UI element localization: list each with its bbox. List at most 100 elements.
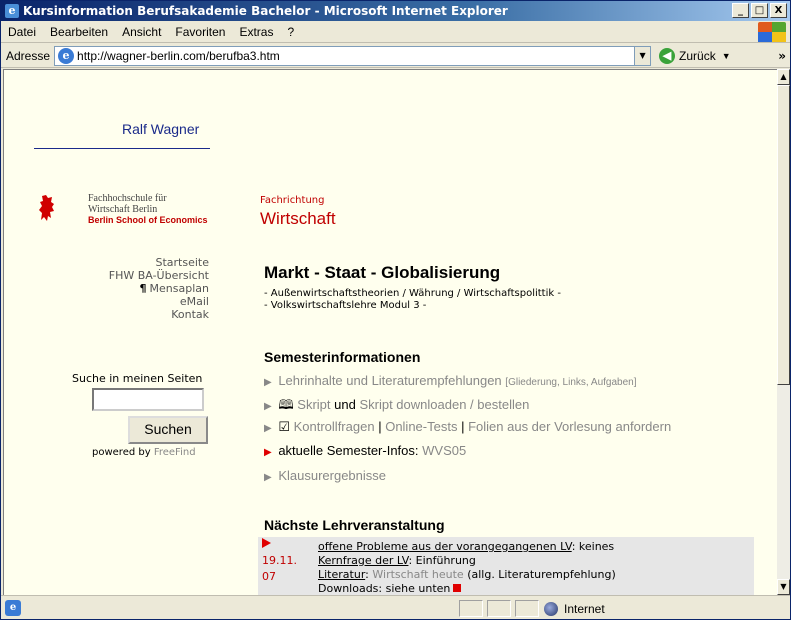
sem-row-skript: ▶ 🕮 Skript und Skript downloaden / beste… [264, 396, 529, 418]
powered-prefix: powered by [92, 447, 151, 458]
chevron-down-icon[interactable]: ▼ [722, 51, 731, 61]
sem-row-semester-infos: ▶ aktuelle Semester-Infos: WVS05 [264, 443, 466, 458]
nav-email[interactable]: eMail [109, 295, 209, 308]
bullet-triangle-icon: ▶ [264, 423, 272, 434]
menu-ansicht[interactable]: Ansicht [115, 25, 168, 39]
page-content: Ralf Wagner Fachhochschule für Wirtschaf… [3, 69, 777, 595]
scroll-up-icon[interactable]: ▲ [777, 69, 790, 85]
address-dropdown-icon[interactable]: ▼ [634, 46, 651, 65]
link-lehrinhalte[interactable]: Lehrinhalte und Literaturempfehlungen [278, 373, 501, 388]
security-zone: Internet [544, 600, 784, 617]
globe-icon [544, 601, 558, 616]
semester-heading: Semesterinformationen [264, 349, 421, 365]
checkbox-icon: ☑ [278, 419, 290, 434]
page-title: Markt - Staat - Globalisierung [264, 263, 501, 282]
nav-kontakt[interactable]: Kontak [109, 308, 209, 321]
bullet-triangle-icon: ▶ [264, 377, 272, 388]
bullet-triangle-icon: ▶ [264, 472, 272, 483]
nav-startseite[interactable]: Startseite [109, 256, 209, 269]
ie-app-icon: e [5, 4, 19, 18]
window-title: Kursinformation Berufsakademie Bachelor … [23, 4, 508, 18]
book-icon: 🕮 [278, 397, 294, 412]
link-literatur[interactable]: Literatur [318, 568, 365, 581]
address-label: Adresse [6, 48, 51, 63]
lecture-date: 19.11. 07 [262, 553, 297, 585]
list-item: Kernfrage der LV: Einführung [318, 554, 616, 568]
menu-favoriten[interactable]: Favoriten [168, 25, 232, 39]
back-arrow-icon: ◀ [659, 47, 676, 64]
lecture-date-day: 19.11. [262, 554, 297, 567]
next-lecture-box: 19.11. 07 offene Probleme aus der vorang… [258, 537, 754, 595]
literatur-colon: : [365, 568, 369, 581]
link-kontrollfragen[interactable]: Kontrollfragen [294, 419, 375, 434]
nav-fhw-ba-uebersicht[interactable]: FHW BA-Übersicht [109, 269, 209, 282]
maximize-button[interactable]: □ [751, 3, 768, 18]
divider [34, 148, 210, 149]
sem-row-klausurergebnisse: ▶ Klausurergebnisse [264, 468, 386, 483]
scroll-down-icon[interactable]: ▼ [777, 579, 790, 595]
freefind-link[interactable]: FreeFind [154, 447, 196, 458]
menu-bearbeiten[interactable]: Bearbeiten [43, 25, 115, 39]
subtitle-module: - Volkswirtschaftslehre Modul 3 - [264, 300, 427, 311]
search-input[interactable] [92, 388, 204, 411]
next-lecture-heading: Nächste Lehrveranstaltung [264, 517, 445, 533]
back-button[interactable]: ◀ Zurück ▼ [659, 47, 731, 64]
powered-by: powered by FreeFind [92, 447, 196, 458]
lecture-date-column: 19.11. 07 [258, 537, 302, 595]
scroll-thumb[interactable] [777, 85, 790, 385]
zone-label: Internet [564, 601, 605, 616]
search-label: Suche in meinen Seiten [72, 372, 203, 385]
downloads-text: Downloads: siehe unten [318, 582, 451, 595]
link-skript-download[interactable]: Skript downloaden / bestellen [359, 397, 529, 412]
browser-window: e Kursinformation Berufsakademie Bachelo… [0, 0, 791, 620]
link-wvs05[interactable]: WVS05 [422, 443, 466, 458]
list-item: Downloads: siehe unten [318, 582, 616, 595]
back-label: Zurück [679, 48, 716, 63]
close-button[interactable]: X [770, 3, 787, 18]
bullet-triangle-icon: ▶ [264, 401, 272, 412]
red-triangle-icon: ▶ [264, 447, 272, 458]
windows-logo-icon [758, 22, 786, 42]
text-und: und [334, 397, 356, 412]
address-field[interactable]: e http://wagner-berlin.com/berufba3.htm … [54, 45, 652, 66]
lecture-date-year: 07 [262, 570, 276, 583]
list-item: offene Probleme aus der vorangegangenen … [318, 540, 616, 554]
link-online-tests[interactable]: Online-Tests [385, 419, 457, 434]
link-kernfrage[interactable]: Kernfrage der LV [318, 554, 408, 567]
school-line-1: Fachhochschule für [88, 193, 167, 204]
sidebar-nav: Startseite FHW BA-Übersicht ¶ Mensaplan e… [109, 256, 209, 321]
semester-infos-label: aktuelle Semester-Infos: [278, 443, 419, 458]
vertical-scrollbar[interactable]: ▲ ▼ [777, 69, 790, 595]
link-wirtschaft-heute[interactable]: Wirtschaft heute [372, 568, 463, 581]
toolbar-more-button[interactable]: » [778, 49, 786, 63]
subtitle-topics: - Außenwirtschaftstheorien / Währung / W… [264, 288, 561, 299]
link-klausurergebnisse[interactable]: Klausurergebnisse [278, 468, 386, 483]
link-folien[interactable]: Folien aus der Vorlesung anfordern [468, 419, 671, 434]
status-bar: e Internet [1, 595, 790, 619]
field-label: Fachrichtung [260, 195, 325, 206]
red-square-icon [453, 584, 462, 592]
status-pane [515, 600, 539, 617]
sem-row-lehrinhalte: ▶ Lehrinhalte und Literaturempfehlungen … [264, 373, 637, 388]
minimize-button[interactable]: _ [732, 3, 749, 18]
status-pane [459, 600, 483, 617]
page-icon: e [58, 47, 75, 64]
owner-name[interactable]: Ralf Wagner [122, 121, 199, 137]
menu-bar: Datei Bearbeiten Ansicht Favoriten Extra… [1, 21, 790, 43]
title-bar: e Kursinformation Berufsakademie Bachelo… [1, 1, 790, 21]
menu-help[interactable]: ? [280, 25, 301, 39]
menu-datei[interactable]: Datei [1, 25, 43, 39]
separator: | [461, 419, 465, 434]
menu-extras[interactable]: Extras [232, 25, 280, 39]
address-url[interactable]: http://wagner-berlin.com/berufba3.htm [77, 49, 280, 63]
search-button[interactable]: Suchen [128, 416, 208, 444]
nav-mensaplan-label: Mensaplan [149, 282, 209, 295]
field-name: Wirtschaft [260, 209, 336, 228]
nav-mensaplan[interactable]: ¶ Mensaplan [109, 282, 209, 295]
link-skript[interactable]: Skript [297, 397, 330, 412]
lecture-details: offene Probleme aus der vorangegangenen … [318, 540, 616, 595]
link-offene-probleme[interactable]: offene Probleme aus der vorangegangenen … [318, 540, 572, 553]
address-bar: Adresse e http://wagner-berlin.com/beruf… [1, 44, 790, 68]
cutlery-icon: ¶ [139, 282, 147, 295]
lehrinhalte-note: [Gliederung, Links, Aufgaben] [505, 377, 637, 388]
